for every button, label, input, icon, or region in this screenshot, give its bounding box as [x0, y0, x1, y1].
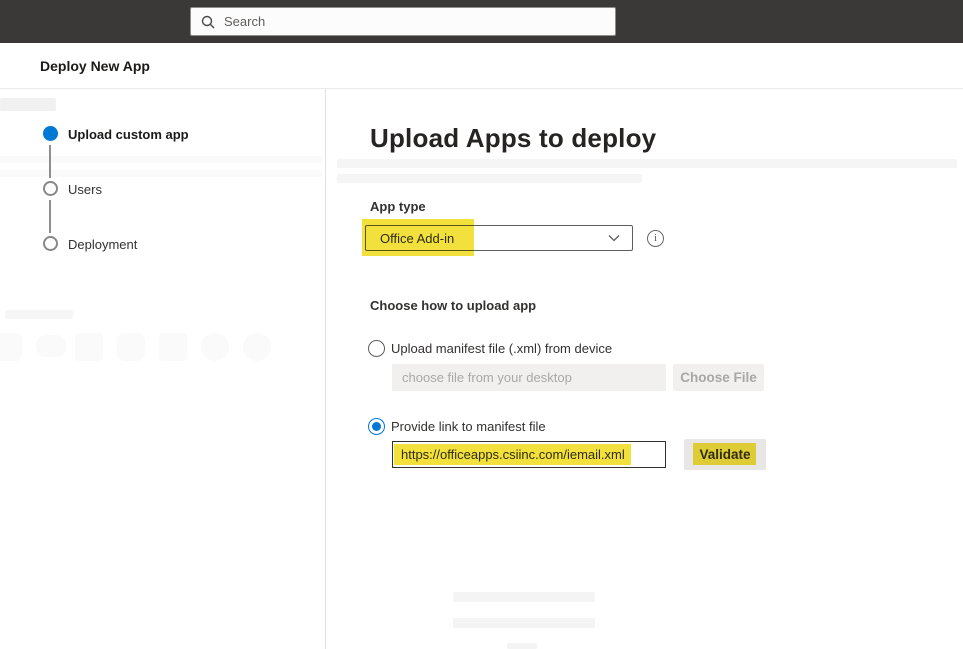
pane-divider — [325, 89, 326, 649]
ghost-app-tile — [75, 333, 103, 361]
step-indicator-upload-custom-app[interactable] — [43, 126, 58, 141]
radio-label-upload-manifest-file[interactable]: Upload manifest file (.xml) from device — [391, 341, 612, 356]
ghost-text-line — [453, 618, 595, 628]
step-indicator-users[interactable] — [43, 181, 58, 196]
page-header: Deploy New App — [0, 43, 963, 89]
step-label-deployment[interactable]: Deployment — [68, 237, 137, 252]
search-icon — [201, 15, 215, 29]
manifest-url-input[interactable] — [392, 441, 666, 468]
ghost-app-tile — [243, 333, 271, 361]
chevron-down-icon — [608, 234, 620, 242]
ghost-text-line — [5, 310, 73, 319]
app-type-label: App type — [370, 199, 426, 214]
validate-button[interactable]: Validate — [684, 439, 766, 470]
ghost-app-tile — [36, 335, 66, 357]
step-indicator-deployment[interactable] — [43, 236, 58, 251]
top-navigation-bar — [0, 0, 963, 43]
ghost-app-tile — [159, 333, 187, 361]
global-search-box[interactable] — [190, 7, 616, 36]
app-type-dropdown[interactable]: Office Add-in — [365, 225, 633, 251]
radio-upload-manifest-file[interactable] — [368, 340, 385, 357]
ghost-app-tile — [0, 333, 22, 361]
ghost-text-line — [453, 592, 595, 602]
ghost-app-tile — [117, 333, 145, 361]
choose-file-button: Choose File — [673, 364, 764, 391]
radio-label-provide-link[interactable]: Provide link to manifest file — [391, 419, 546, 434]
ghost-text-line — [507, 643, 537, 649]
app-type-selected-value: Office Add-in — [380, 230, 455, 246]
step-connector — [49, 145, 51, 178]
main-title: Upload Apps to deploy — [370, 123, 657, 153]
ghost-heading-top-left — [0, 98, 56, 111]
ghost-text-line — [337, 174, 642, 183]
info-icon[interactable]: i — [647, 230, 664, 247]
deploy-new-app-window: Deploy New App Upload custom app Users D… — [0, 0, 963, 649]
upload-method-label: Choose how to upload app — [370, 298, 537, 313]
step-label-upload-custom-app[interactable]: Upload custom app — [68, 127, 189, 142]
ghost-text-line — [337, 159, 957, 168]
manifest-file-input — [392, 364, 666, 391]
ghost-app-tile — [201, 333, 229, 361]
radio-provide-link[interactable] — [368, 418, 385, 435]
step-connector — [49, 200, 51, 233]
page-title: Deploy New App — [40, 58, 150, 74]
step-label-users[interactable]: Users — [68, 182, 102, 197]
search-input[interactable] — [224, 14, 605, 29]
